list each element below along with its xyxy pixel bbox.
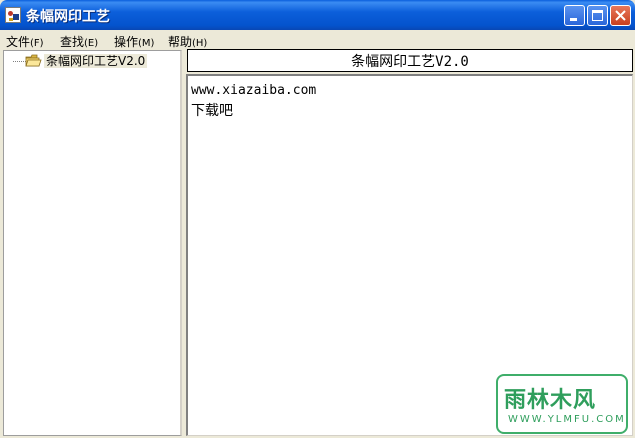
menu-file[interactable]: 文件(F) <box>6 33 44 50</box>
content-header: 条幅网印工艺V2.0 <box>187 49 633 72</box>
menu-operate-label: 操作 <box>114 35 139 49</box>
folder-open-icon <box>25 54 42 67</box>
content-header-title: 条幅网印工艺V2.0 <box>351 53 469 70</box>
watermark-logo: 雨林木风 WWW.YLMFU.COM <box>496 374 628 434</box>
app-icon[interactable] <box>5 7 21 23</box>
menu-bar: 文件(F) 查找(E) 操作(M) 帮助(H) <box>0 30 635 49</box>
menu-find-key: (E) <box>84 38 99 49</box>
content-text-url: www.xiazaiba.com <box>191 83 317 98</box>
menu-operate-key: (M) <box>138 38 155 49</box>
menu-file-key: (F) <box>30 38 44 49</box>
title-bar[interactable]: 条幅网印工艺 <box>0 0 635 30</box>
maximize-button[interactable] <box>587 5 608 26</box>
minimize-button[interactable] <box>564 5 585 26</box>
close-button[interactable] <box>610 5 631 26</box>
tree-item-root[interactable]: 条幅网印工艺V2.0 <box>44 54 148 68</box>
close-icon <box>615 10 626 21</box>
menu-help-key: (H) <box>192 38 208 49</box>
menu-find[interactable]: 查找(E) <box>60 33 98 50</box>
tree-view[interactable]: 条幅网印工艺V2.0 <box>3 50 182 436</box>
menu-find-label: 查找 <box>60 35 85 49</box>
content-text-name: 下载吧 <box>191 103 233 119</box>
menu-file-label: 文件 <box>6 35 31 49</box>
maximize-icon <box>592 10 603 21</box>
window-title: 条幅网印工艺 <box>26 9 110 25</box>
watermark-url: WWW.YLMFU.COM <box>508 414 626 425</box>
menu-help-label: 帮助 <box>168 35 193 49</box>
menu-operate[interactable]: 操作(M) <box>114 33 154 50</box>
menu-help[interactable]: 帮助(H) <box>168 33 207 50</box>
minimize-icon <box>570 18 577 21</box>
watermark-brand: 雨林木风 <box>504 388 597 413</box>
